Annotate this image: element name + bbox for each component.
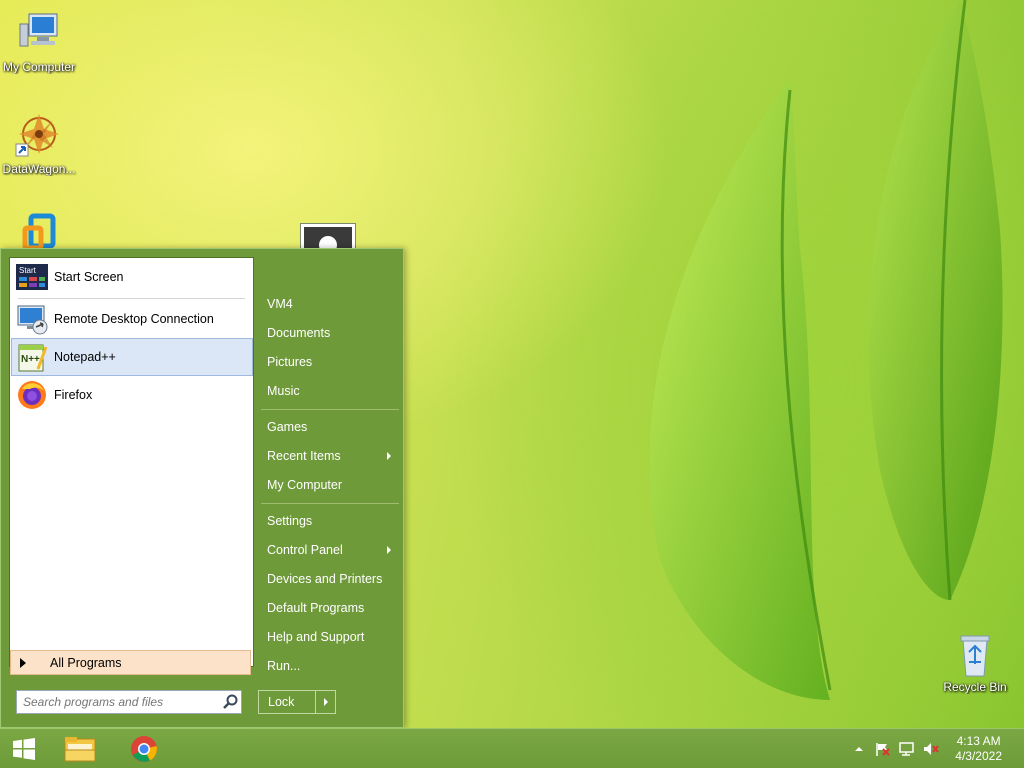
link-label: Devices and Printers — [267, 572, 383, 586]
divider — [261, 503, 399, 504]
link-label: Music — [267, 384, 300, 398]
lock-button[interactable]: Lock — [258, 690, 336, 714]
svg-text:Start: Start — [19, 266, 37, 275]
desktop-icon-label: DataWagon... — [2, 162, 76, 176]
search-icon[interactable] — [221, 692, 241, 712]
submenu-arrow-icon — [387, 452, 391, 460]
taskbar: 4:13 AM 4/3/2022 — [0, 728, 1024, 768]
desktop-icon-label: Recycle Bin — [943, 680, 1007, 694]
search-input[interactable] — [17, 692, 221, 712]
program-firefox[interactable]: Firefox — [12, 376, 252, 414]
link-label: Pictures — [267, 355, 313, 369]
program-label: Start Screen — [54, 270, 124, 284]
start-search-box[interactable] — [16, 690, 242, 714]
folder-icon — [64, 737, 96, 762]
firefox-icon — [16, 379, 48, 411]
start-link-run[interactable]: Run... — [259, 653, 397, 679]
link-label: VM4 — [267, 297, 293, 311]
link-label: My Computer — [267, 478, 343, 492]
link-label: Default Programs — [267, 601, 365, 615]
start-screen-icon: Start — [16, 261, 48, 293]
chrome-icon — [131, 736, 157, 762]
notepad-plus-plus-icon: N++ — [16, 341, 48, 373]
network-icon[interactable] — [898, 741, 916, 757]
program-remote-desktop[interactable]: Remote Desktop Connection — [12, 300, 252, 338]
start-link-help-support[interactable]: Help and Support — [259, 624, 397, 650]
link-label: Recent Items — [267, 449, 341, 463]
windows-logo-icon — [13, 738, 35, 760]
desktop-icon-label: My Computer — [2, 60, 76, 74]
expand-arrow-icon — [20, 657, 26, 668]
recycle-bin-icon — [951, 630, 999, 678]
taskbar-chrome[interactable] — [120, 729, 168, 768]
start-link-devices-printers[interactable]: Devices and Printers — [259, 566, 397, 592]
volume-muted-icon[interactable] — [922, 741, 940, 757]
start-link-pictures[interactable]: Pictures — [259, 349, 397, 375]
clock-time: 4:13 AM — [956, 734, 1001, 748]
start-link-my-computer[interactable]: My Computer — [259, 472, 397, 498]
divider — [18, 298, 245, 299]
link-label: Help and Support — [267, 630, 365, 644]
start-menu-programs-pane: Start Start Screen Remote Desktop Connec… — [9, 257, 254, 667]
start-link-vm4[interactable]: VM4 — [259, 291, 397, 317]
taskbar-file-explorer[interactable] — [56, 729, 104, 768]
program-label: Notepad++ — [54, 350, 116, 364]
desktop-icon-my-computer[interactable]: My Computer — [0, 10, 78, 74]
desktop-icon-recycle-bin[interactable]: Recycle Bin — [936, 630, 1014, 694]
program-label: Firefox — [54, 388, 93, 402]
start-link-control-panel[interactable]: Control Panel — [259, 537, 397, 563]
start-button[interactable] — [0, 729, 48, 768]
system-clock[interactable]: 4:13 AM 4/3/2022 — [955, 734, 1002, 764]
program-notepad-plus-plus[interactable]: N++ Notepad++ — [11, 338, 253, 376]
all-programs-label: All Programs — [50, 655, 122, 670]
svg-text:N++: N++ — [21, 354, 40, 365]
link-label: Settings — [267, 514, 313, 528]
link-label: Documents — [267, 326, 331, 340]
submenu-arrow-icon — [387, 546, 391, 554]
start-link-documents[interactable]: Documents — [259, 320, 397, 346]
link-label: Run... — [267, 659, 301, 673]
computer-icon — [15, 10, 63, 58]
start-link-recent-items[interactable]: Recent Items — [259, 443, 397, 469]
action-center-flag-icon[interactable] — [874, 741, 892, 757]
show-hidden-icons-chevron[interactable] — [850, 741, 868, 757]
start-link-games[interactable]: Games — [259, 414, 397, 440]
program-start-screen[interactable]: Start Start Screen — [12, 258, 252, 296]
start-link-settings[interactable]: Settings — [259, 508, 397, 534]
start-link-default-programs[interactable]: Default Programs — [259, 595, 397, 621]
link-label: Games — [267, 420, 308, 434]
link-label: Control Panel — [267, 543, 343, 557]
power-options-arrow[interactable] — [315, 691, 335, 713]
all-programs-button[interactable]: All Programs — [10, 650, 251, 675]
start-link-music[interactable]: Music — [259, 378, 397, 404]
remote-desktop-icon — [16, 303, 48, 335]
chevron-right-icon — [323, 698, 328, 706]
desktop-icon-datawagon[interactable]: DataWagon... — [0, 112, 78, 176]
divider — [261, 409, 399, 410]
lock-label: Lock — [268, 695, 295, 709]
clock-date: 4/3/2022 — [955, 749, 1002, 763]
datawagon-icon — [15, 112, 63, 160]
program-label: Remote Desktop Connection — [54, 312, 214, 326]
